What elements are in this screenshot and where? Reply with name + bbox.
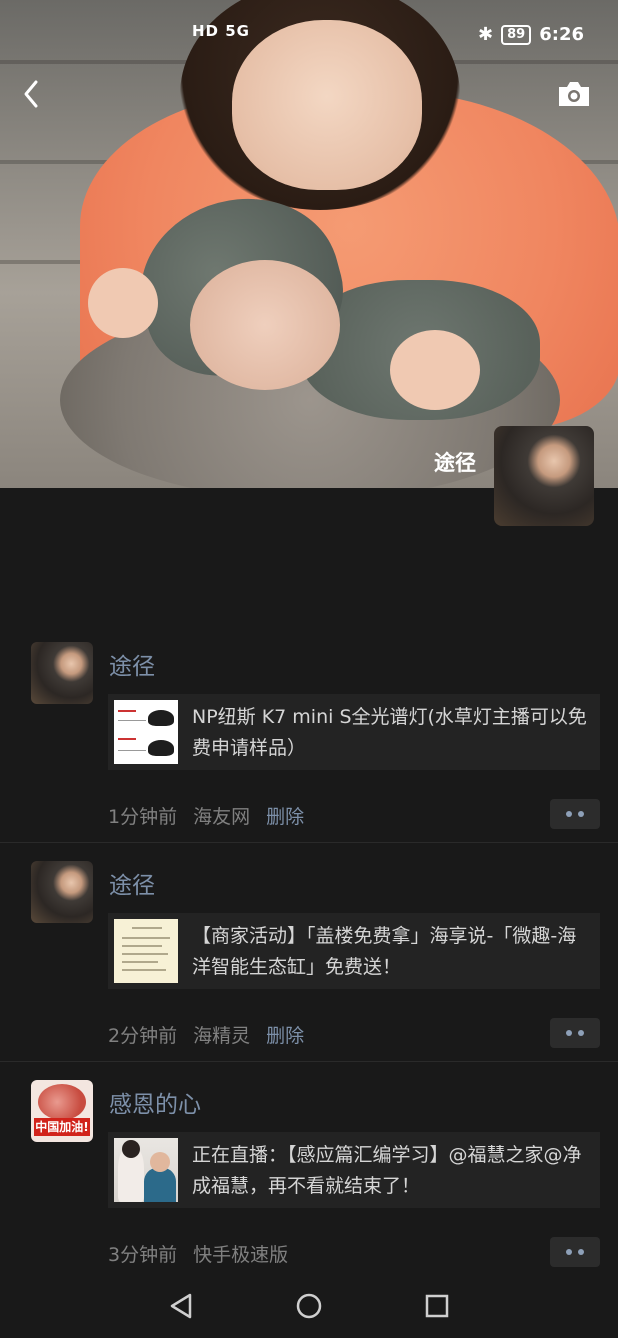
card-title: NP纽斯 K7 mini S全光谱灯(水草灯主播可以免费申请样品） (192, 706, 587, 759)
dot (578, 1030, 584, 1036)
card-title: 【商家活动】「盖楼免费拿」海享说-「微趣-海洋智能生态缸」免费送！ (192, 925, 577, 978)
post-source[interactable]: 海友网 (193, 802, 250, 829)
clock: 6:26 (539, 24, 584, 45)
post-time: 3分钟前 (108, 1244, 178, 1266)
nav-back-icon[interactable] (168, 1292, 194, 1324)
card-thumbnail (114, 1138, 178, 1202)
post-author[interactable]: 途径 (109, 647, 155, 681)
delete-link[interactable]: 删除 (266, 1021, 304, 1048)
dot (566, 1249, 572, 1255)
thumb-line (122, 953, 168, 955)
cover-figure (88, 268, 158, 338)
nav-recent-icon[interactable] (424, 1292, 450, 1324)
divider (0, 842, 618, 843)
more-dots-icon[interactable] (550, 1237, 600, 1267)
profile-name[interactable]: 途径 (434, 447, 476, 477)
status-right: ✱ 89 6:26 (478, 24, 584, 45)
dot (578, 811, 584, 817)
link-card[interactable]: NP纽斯 K7 mini S全光谱灯(水草灯主播可以免费申请样品） (108, 694, 600, 770)
thumb-line (118, 720, 146, 721)
link-card[interactable]: 【商家活动】「盖楼免费拿」海享说-「微趣-海洋智能生态缸」免费送！ (108, 913, 600, 989)
navigation-bar (0, 1278, 618, 1338)
thumb-line (122, 937, 170, 939)
cover-figure (190, 260, 340, 390)
card-thumbnail (114, 700, 178, 764)
thumb-line (122, 961, 158, 963)
thumb-line (132, 927, 162, 929)
card-title: 正在直播：【感应篇汇编学习】@福慧之家@净成福慧，再不看就结束了！ (192, 1144, 582, 1197)
thumb-line (118, 710, 136, 712)
back-arrow-icon[interactable] (18, 78, 46, 110)
more-dots-icon[interactable] (550, 799, 600, 829)
post-meta: 1分钟前 海友网 删除 (108, 802, 304, 829)
avatar[interactable] (31, 861, 93, 923)
thumb-line (122, 969, 166, 971)
post-source[interactable]: 海精灵 (193, 1021, 250, 1048)
card-thumbnail (114, 919, 178, 983)
bluetooth-icon: ✱ (478, 24, 494, 45)
lamp-image (148, 740, 174, 756)
more-dots-icon[interactable] (550, 1018, 600, 1048)
network-indicator: HD 5G (192, 22, 250, 40)
dot (578, 1249, 584, 1255)
post-time: 1分钟前 (108, 806, 178, 828)
thumb-figure (144, 1168, 176, 1202)
avatar[interactable]: 中国加油! (31, 1080, 93, 1142)
status-bar: HD 5G ✱ 89 6:26 (0, 0, 618, 70)
thumb-figure (122, 1140, 140, 1158)
link-card[interactable]: 正在直播：【感应篇汇编学习】@福慧之家@净成福慧，再不看就结束了！ (108, 1132, 600, 1208)
thumb-line (118, 738, 136, 740)
thumb-line (122, 945, 162, 947)
thumb-line (118, 750, 146, 751)
post-time: 2分钟前 (108, 1025, 178, 1047)
battery-icon: 89 (501, 24, 532, 45)
nav-home-icon[interactable] (295, 1292, 323, 1324)
avatar[interactable] (31, 642, 93, 704)
lamp-image (148, 710, 174, 726)
post-author[interactable]: 途径 (109, 866, 155, 900)
avatar-caption: 中国加油! (34, 1118, 90, 1136)
profile-avatar[interactable] (494, 426, 594, 526)
post-author[interactable]: 感恩的心 (109, 1085, 201, 1119)
delete-link[interactable]: 删除 (266, 802, 304, 829)
cover-photo[interactable] (0, 0, 618, 488)
divider (0, 1061, 618, 1062)
post-meta: 3分钟前 快手极速版 (108, 1240, 288, 1267)
thumb-figure (150, 1152, 170, 1172)
avatar-image (38, 1084, 86, 1120)
cover-figure (390, 330, 480, 410)
post-meta: 2分钟前 海精灵 删除 (108, 1021, 304, 1048)
dot (566, 811, 572, 817)
camera-icon[interactable] (556, 80, 592, 108)
post-source[interactable]: 快手极速版 (193, 1240, 288, 1267)
dot (566, 1030, 572, 1036)
